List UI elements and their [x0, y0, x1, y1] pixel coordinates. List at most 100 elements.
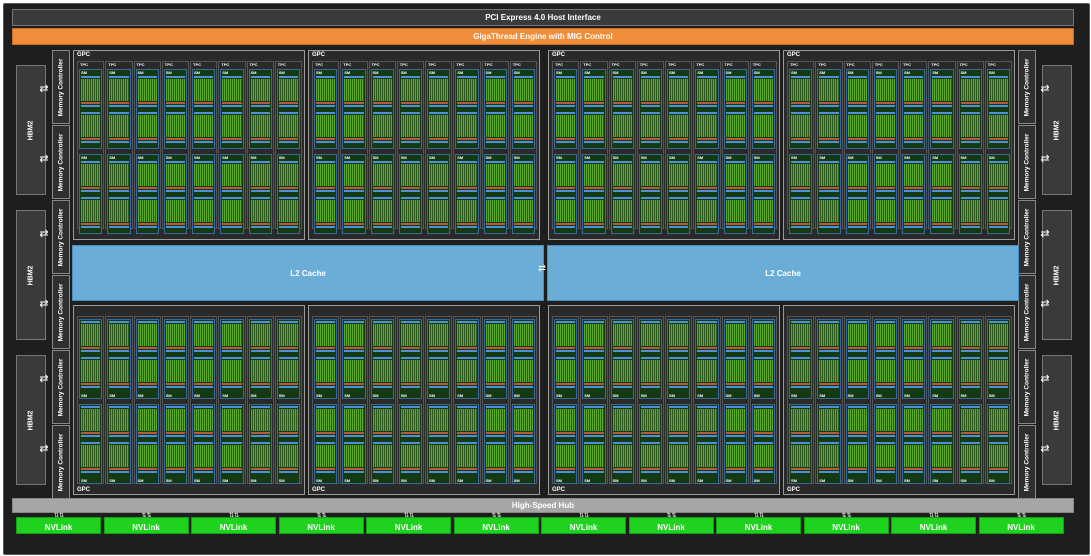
sm-cuda-cores — [316, 79, 336, 101]
sm-tensor-core — [400, 383, 420, 385]
sm-load-store — [988, 141, 1008, 143]
sm: SM — [930, 404, 954, 484]
sm-load-store — [485, 435, 505, 437]
sm-label: SM — [847, 393, 854, 398]
sm-cuda-cores — [904, 79, 924, 101]
sm-load-store — [513, 386, 533, 388]
sm-cuda-cores — [137, 324, 157, 346]
tpc: TPCSMSM — [665, 316, 693, 484]
sm-load-store — [697, 435, 717, 437]
tpc-label: TPC — [696, 62, 705, 67]
sm-cuda-cores — [556, 324, 576, 346]
sm-register-file — [819, 357, 839, 359]
sm-load-store — [584, 141, 604, 143]
sm: SM — [582, 404, 606, 484]
sm-label: SM — [513, 478, 520, 483]
sm-load-store — [513, 350, 533, 352]
sm-label: SM — [932, 478, 939, 483]
sm-load-store — [429, 386, 449, 388]
sm-load-store — [988, 226, 1008, 228]
tpc: TPCSMSM — [396, 316, 424, 484]
tpc: TPCSMSM — [608, 316, 636, 484]
gpc-tpc-grid: TPCSMSMTPCSMSMTPCSMSMTPCSMSMTPCSMSMTPCSM… — [312, 316, 537, 484]
sm-tensor-core — [988, 187, 1008, 189]
sm-tensor-core — [485, 138, 505, 140]
sm-cuda-cores — [485, 79, 505, 101]
sm-register-file — [513, 197, 533, 199]
sm-load-store — [612, 190, 632, 192]
sm-register-file — [725, 197, 745, 199]
tpc: TPCSMSM — [77, 61, 105, 234]
sm: SM — [276, 319, 300, 399]
sm-label: SM — [344, 478, 351, 483]
sm-label: SM — [612, 70, 619, 75]
sm-register-file — [725, 112, 745, 114]
sm-cuda-cores — [932, 409, 952, 431]
sm-cuda-cores — [137, 200, 157, 222]
sm: SM — [723, 69, 747, 149]
sm-register-file — [753, 406, 773, 408]
sm-tensor-core — [316, 223, 336, 225]
sm-cuda-cores — [222, 445, 242, 467]
sm-register-file — [584, 112, 604, 114]
sm-label: SM — [429, 155, 435, 160]
tpc: TPCSMSM — [984, 61, 1012, 234]
sm-cuda-cores — [194, 79, 214, 101]
sm-tensor-core — [847, 102, 867, 104]
sm-register-file — [344, 197, 364, 199]
memory-controller-label: Memory Controller — [57, 283, 65, 341]
sm-cuda-cores — [344, 164, 364, 186]
sm-register-file — [556, 321, 576, 323]
sm-cuda-cores — [640, 324, 660, 346]
sm-cuda-cores — [278, 164, 298, 186]
sm-tensor-core — [344, 102, 364, 104]
sm-load-store — [316, 350, 336, 352]
sm-load-store — [316, 190, 336, 192]
sm-tensor-core — [753, 138, 773, 140]
tpc: TPCSMSM — [843, 61, 871, 234]
memory-controller-label: Memory Controller — [1023, 358, 1031, 416]
sm-tensor-core — [222, 383, 242, 385]
sm-register-file — [697, 76, 717, 78]
sm-register-file — [612, 197, 632, 199]
sm-cuda-cores — [988, 409, 1008, 431]
sm: SM — [276, 154, 300, 234]
sm-load-store — [697, 471, 717, 473]
sm-tensor-core — [640, 102, 660, 104]
sm-register-file — [753, 321, 773, 323]
sm-load-store — [457, 471, 477, 473]
sm-register-file — [250, 442, 270, 444]
sm-tensor-core — [669, 347, 689, 349]
sm-register-file — [640, 442, 660, 444]
sm-tensor-core — [753, 432, 773, 434]
sm-register-file — [791, 406, 811, 408]
sm-register-file — [344, 76, 364, 78]
sm-label: SM — [372, 155, 379, 160]
sm-tensor-core — [697, 347, 717, 349]
sm: SM — [902, 319, 926, 399]
sm-register-file — [372, 321, 392, 323]
tpc: TPCSMSM — [636, 61, 664, 234]
sm-register-file — [165, 357, 185, 359]
sm-tensor-core — [457, 102, 477, 104]
sm-register-file — [81, 406, 101, 408]
sm-load-store — [556, 386, 576, 388]
sm-register-file — [316, 442, 336, 444]
sm-register-file — [753, 197, 773, 199]
sm-cuda-cores — [988, 445, 1008, 467]
sm-label: SM — [137, 393, 144, 398]
sm: SM — [79, 69, 103, 149]
sm: SM — [958, 404, 982, 484]
sm-label: SM — [372, 393, 379, 398]
sm-register-file — [429, 161, 449, 163]
sm-register-file — [669, 442, 689, 444]
sm-load-store — [932, 141, 952, 143]
sm-tensor-core — [791, 223, 811, 225]
tpc-label: TPC — [987, 62, 996, 67]
sm-load-store — [344, 105, 364, 107]
sm-register-file — [960, 357, 980, 359]
sm-load-store — [904, 141, 924, 143]
sm-tensor-core — [250, 102, 270, 104]
hbm-label-text: HBM2 — [27, 265, 35, 285]
sm-label: SM — [400, 155, 407, 160]
